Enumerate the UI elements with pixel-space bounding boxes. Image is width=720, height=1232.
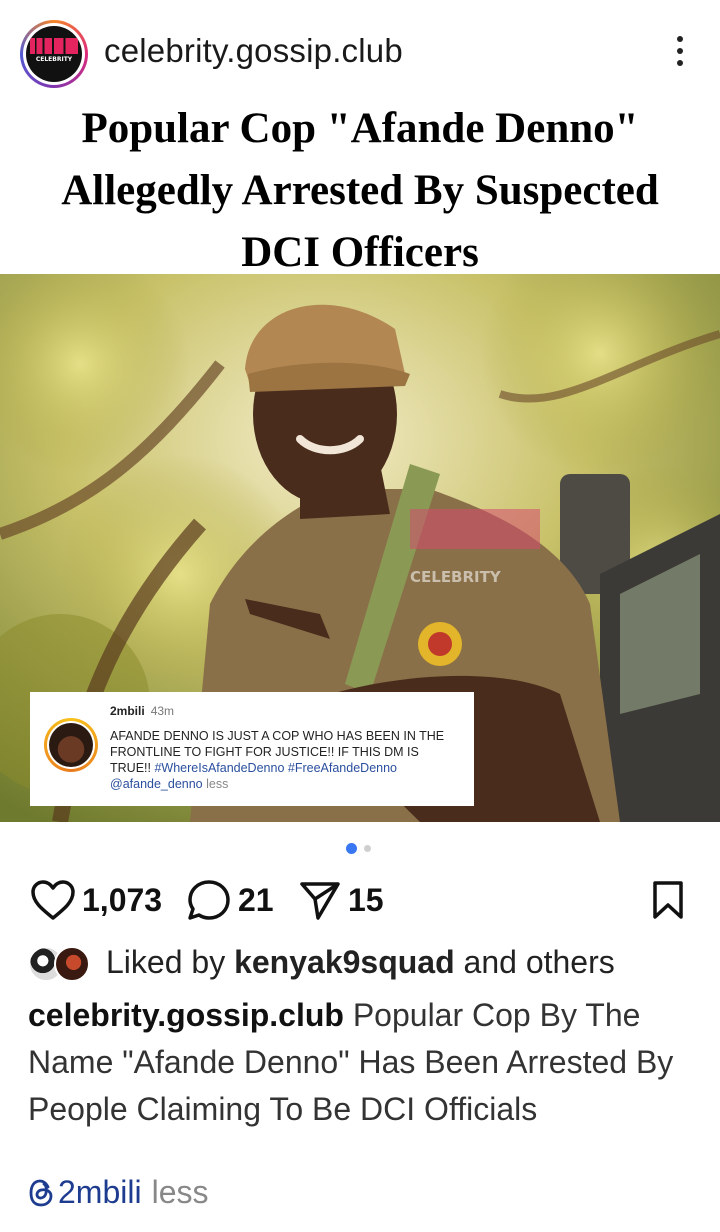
headline-line-1: Popular Cop "Afande Denno"	[81, 105, 639, 152]
carousel-indicator	[346, 843, 376, 855]
comments-count[interactable]: 21	[238, 882, 274, 919]
carousel-dot-active	[346, 843, 357, 854]
post-username[interactable]: celebrity.gossip.club	[104, 32, 403, 70]
post-header: CELEBRITY celebrity.gossip.club	[0, 0, 720, 104]
avatar	[54, 946, 90, 982]
liker-avatars	[28, 946, 92, 982]
shares-count[interactable]: 15	[348, 882, 384, 919]
paper-plane-icon[interactable]	[298, 879, 342, 921]
liked-by-row[interactable]: Liked by kenyak9squad and others	[28, 940, 708, 988]
threads-link[interactable]: 2mbili less	[28, 1174, 208, 1211]
post-headline: Popular Cop "Afande Denno" Allegedly Arr…	[0, 98, 720, 284]
more-vertical-icon[interactable]	[668, 36, 692, 72]
comment-username: 2mbili 43m	[110, 704, 175, 718]
profile-avatar[interactable]: CELEBRITY	[20, 20, 88, 88]
celebrity-gossip-logo: CELEBRITY	[26, 26, 82, 82]
headline-line-2: Allegedly Arrested By Suspected	[61, 167, 659, 214]
share-action: 15	[298, 876, 384, 924]
carousel-dot	[364, 845, 371, 852]
threads-handle[interactable]: 2mbili	[58, 1174, 142, 1211]
threads-icon	[28, 1178, 54, 1208]
comment-action: 21	[186, 876, 274, 924]
comment-hashtag: #FreeAfandeDenno	[287, 761, 397, 775]
comment-text: AFANDE DENNO IS JUST A COP WHO HAS BEEN …	[110, 729, 445, 791]
like-action: 1,073	[30, 876, 162, 924]
liked-by-user[interactable]: kenyak9squad	[234, 944, 455, 980]
comment-avatar	[44, 718, 98, 772]
caption-username[interactable]: celebrity.gossip.club	[28, 997, 344, 1033]
post-caption: celebrity.gossip.club Popular Cop By The…	[28, 992, 698, 1133]
liked-by-text: Liked by kenyak9squad and others	[106, 944, 615, 980]
heart-icon[interactable]	[30, 879, 76, 921]
skyline-graphic	[30, 38, 78, 54]
comment-less: less	[206, 777, 229, 791]
likes-count[interactable]: 1,073	[82, 882, 162, 919]
photo-watermark: CELEBRITY	[410, 568, 502, 586]
comment-mention: @afande_denno	[110, 777, 203, 791]
caption-less-button[interactable]: less	[152, 1174, 209, 1211]
action-bar: 1,073 21 15	[0, 870, 720, 932]
logo-text: CELEBRITY	[35, 56, 73, 63]
comment-time: 43m	[150, 704, 175, 718]
comment-bubble-icon[interactable]	[186, 878, 232, 922]
save-action	[650, 876, 686, 924]
comment-screenshot-card: 2mbili 43m AFANDE DENNO IS JUST A COP WHO…	[30, 692, 474, 806]
comment-hashtag: #WhereIsAfandeDenno	[154, 761, 285, 775]
bookmark-icon[interactable]	[650, 879, 686, 921]
